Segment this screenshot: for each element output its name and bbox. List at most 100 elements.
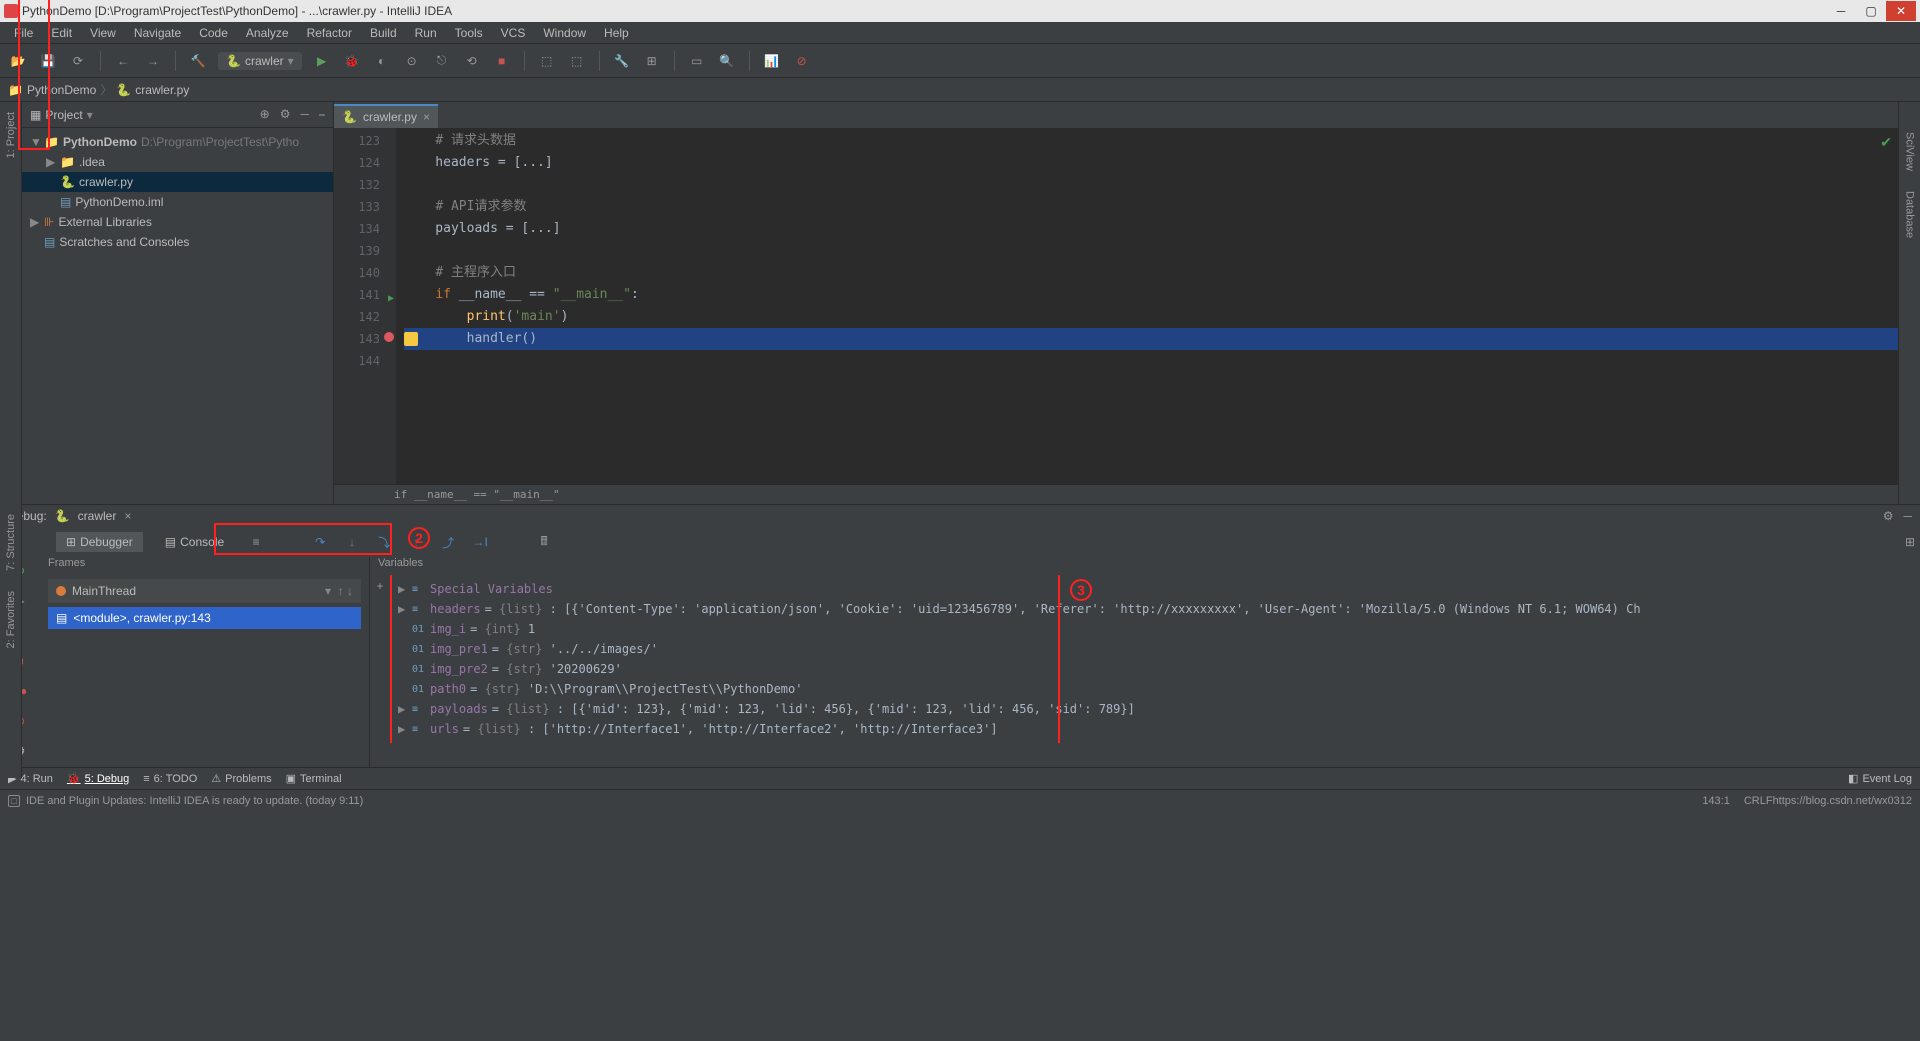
back-icon[interactable]: ← (113, 51, 133, 71)
evaluate-icon[interactable]: 🖩 (534, 532, 554, 552)
menu-refactor[interactable]: Refactor (299, 24, 360, 42)
menu-build[interactable]: Build (362, 24, 405, 42)
refresh-icon[interactable]: ⟳ (68, 51, 88, 71)
open-icon[interactable]: 📂 (8, 51, 28, 71)
variable-row[interactable]: 01img_pre2 = {str} '20200629' (390, 659, 1920, 679)
project-panel: ▦ Project ▾ ⊕ ⚙ ─ ⎯ ▼📁 PythonDemo D:\Pro… (22, 102, 334, 504)
run-to-cursor-icon[interactable]: →I (470, 532, 490, 552)
left-tool-strip: 1: Project (0, 102, 22, 504)
maximize-button[interactable]: ▢ (1856, 1, 1886, 21)
forward-icon[interactable]: → (143, 51, 163, 71)
run-button[interactable]: ▶ (312, 51, 332, 71)
tool1-icon[interactable]: ⬚ (537, 51, 557, 71)
project-tool-tab[interactable]: 1: Project (5, 112, 17, 158)
menu-analyze[interactable]: Analyze (238, 24, 297, 42)
menu-run[interactable]: Run (407, 24, 445, 42)
menu-navigate[interactable]: Navigate (126, 24, 189, 42)
hide-icon[interactable]: ⎯ (319, 107, 325, 122)
stop2-icon[interactable]: ⟲ (462, 51, 482, 71)
tree-ext-libs[interactable]: ▶⊪ External Libraries (22, 212, 333, 232)
problems-tool-tab[interactable]: ⚠ Problems (211, 772, 271, 785)
editor-code[interactable]: # 请求头数据 headers = [...] # API请求参数 payloa… (396, 128, 1920, 484)
collapse-icon[interactable]: ─ (300, 107, 309, 122)
debug-tool-tab[interactable]: 🐞 5: Debug (67, 772, 129, 785)
step-out-icon[interactable]: ⤴ (438, 532, 458, 552)
cursor-position: 143:1 (1702, 795, 1730, 807)
menu-tools[interactable]: Tools (447, 24, 491, 42)
debugger-tab[interactable]: ⊞Debugger (56, 532, 143, 552)
threads-icon[interactable]: ≡ (246, 532, 266, 552)
debug-gear-icon[interactable]: ⚙ (1883, 509, 1894, 523)
favorites-tab[interactable]: 2: Favorites (5, 591, 17, 648)
crumb-project[interactable]: PythonDemo (27, 83, 96, 97)
stop-button[interactable]: ■ (492, 51, 512, 71)
save-icon[interactable]: 💾 (38, 51, 58, 71)
editor-breadcrumb[interactable]: if __name__ == "__main__" (334, 484, 1920, 504)
menu-file[interactable]: File (6, 24, 41, 42)
editor-tab[interactable]: 🐍 crawler.py × (334, 104, 438, 128)
debug-minimize-icon[interactable]: ─ (1903, 509, 1912, 523)
layout-icon[interactable]: ⊞ (1900, 532, 1920, 552)
force-step-into-icon[interactable]: ⤵ (374, 532, 394, 552)
variable-row[interactable]: 01img_pre1 = {str} '../../images/' (390, 639, 1920, 659)
frame-row[interactable]: ▤<module>, crawler.py:143 (48, 607, 361, 629)
variable-row[interactable]: 01img_i = {int} 1 (390, 619, 1920, 639)
sciview-tab[interactable]: SciView (1904, 132, 1916, 171)
database-tab[interactable]: Database (1904, 191, 1916, 238)
variable-row[interactable]: ▶≡payloads = {list} : [{'mid': 123}, {'m… (390, 699, 1920, 719)
menu-vcs[interactable]: VCS (493, 24, 534, 42)
status-message: IDE and Plugin Updates: IntelliJ IDEA is… (26, 795, 363, 807)
py-sci-icon[interactable]: 📊 (762, 51, 782, 71)
project-tree: ▼📁 PythonDemo D:\Program\ProjectTest\Pyt… (22, 128, 333, 256)
menu-view[interactable]: View (82, 24, 124, 42)
inspection-ok-icon: ✔ (1880, 134, 1892, 151)
variable-row[interactable]: ▶≡urls = {list} : ['http://Interface1', … (390, 719, 1920, 739)
menu-help[interactable]: Help (596, 24, 637, 42)
console-tab[interactable]: ▤Console (155, 532, 234, 552)
menu-edit[interactable]: Edit (43, 24, 80, 42)
step-over-icon[interactable]: ↷ (310, 532, 330, 552)
close-button[interactable]: ✕ (1886, 1, 1916, 21)
step-into-icon[interactable]: ↓ (342, 532, 362, 552)
variable-row[interactable]: 01path0 = {str} 'D:\\Program\\ProjectTes… (390, 679, 1920, 699)
coverage-icon[interactable]: ◐ (372, 51, 392, 71)
search-icon[interactable]: 🔍 (717, 51, 737, 71)
crumb-file[interactable]: crawler.py (135, 83, 189, 97)
todo-tool-tab[interactable]: ≡ 6: TODO (143, 772, 197, 785)
variable-row[interactable]: ▶≡Special Variables (390, 579, 1920, 599)
minimize-button[interactable]: ─ (1826, 1, 1856, 21)
status-icon[interactable]: □ (8, 795, 20, 807)
tree-item-iml[interactable]: ▤ PythonDemo.iml (22, 192, 333, 212)
tree-item-crawler[interactable]: 🐍 crawler.py (22, 172, 333, 192)
tree-root[interactable]: ▼📁 PythonDemo D:\Program\ProjectTest\Pyt… (22, 132, 333, 152)
attach-icon[interactable]: ⎋ (432, 51, 452, 71)
ide-icon[interactable]: ▭ (687, 51, 707, 71)
eventlog-tab[interactable]: ◧ Event Log (1848, 772, 1912, 785)
debug-panel: Debug: 🐍 crawler × ⚙ ─ ⊞Debugger ▤Consol… (0, 504, 1920, 767)
tree-scratches[interactable]: ▤ Scratches and Consoles (22, 232, 333, 252)
build-icon[interactable]: 🔨 (188, 51, 208, 71)
tab-close-icon[interactable]: × (423, 110, 430, 124)
variable-row[interactable]: ▶≡headers = {list} : [{'Content-Type': '… (390, 599, 1920, 619)
no-icon[interactable]: ⊘ (792, 51, 812, 71)
tool2-icon[interactable]: ⬚ (567, 51, 587, 71)
terminal-tool-tab[interactable]: ▣ Terminal (286, 772, 342, 785)
thread-selector[interactable]: MainThread ▾ ↑ ↓ (48, 579, 361, 603)
gear-icon[interactable]: ⚙ (280, 107, 291, 122)
profile-icon[interactable]: ⊙ (402, 51, 422, 71)
variables-body: 3 ▶≡Special Variables▶≡headers = {list} … (390, 575, 1920, 743)
wrench-icon[interactable]: 🔧 (612, 51, 632, 71)
menu-code[interactable]: Code (191, 24, 236, 42)
structure-icon[interactable]: ⊞ (642, 51, 662, 71)
locate-icon[interactable]: ⊕ (260, 107, 270, 122)
tree-item-idea[interactable]: ▶📁 .idea (22, 152, 333, 172)
debug-toolbar: ⊞Debugger ▤Console ≡ ↷ ↓ ⤵ ↑ ⤴ →I 🖩 2 ⊞ (0, 527, 1920, 557)
structure-tab[interactable]: 7: Structure (5, 514, 17, 571)
status-misc: CRLFhttps://blog.csdn.net/wx0312 (1744, 795, 1912, 807)
editor-gutter[interactable]: 123124132133134139140141▶142143144 (334, 128, 396, 484)
debug-button[interactable]: 🐞 (342, 51, 362, 71)
debug-close-icon[interactable]: × (124, 509, 131, 523)
title-bar: PythonDemo [D:\Program\ProjectTest\Pytho… (0, 0, 1920, 22)
menu-window[interactable]: Window (535, 24, 594, 42)
run-config-selector[interactable]: 🐍 crawler ▾ (218, 52, 302, 70)
